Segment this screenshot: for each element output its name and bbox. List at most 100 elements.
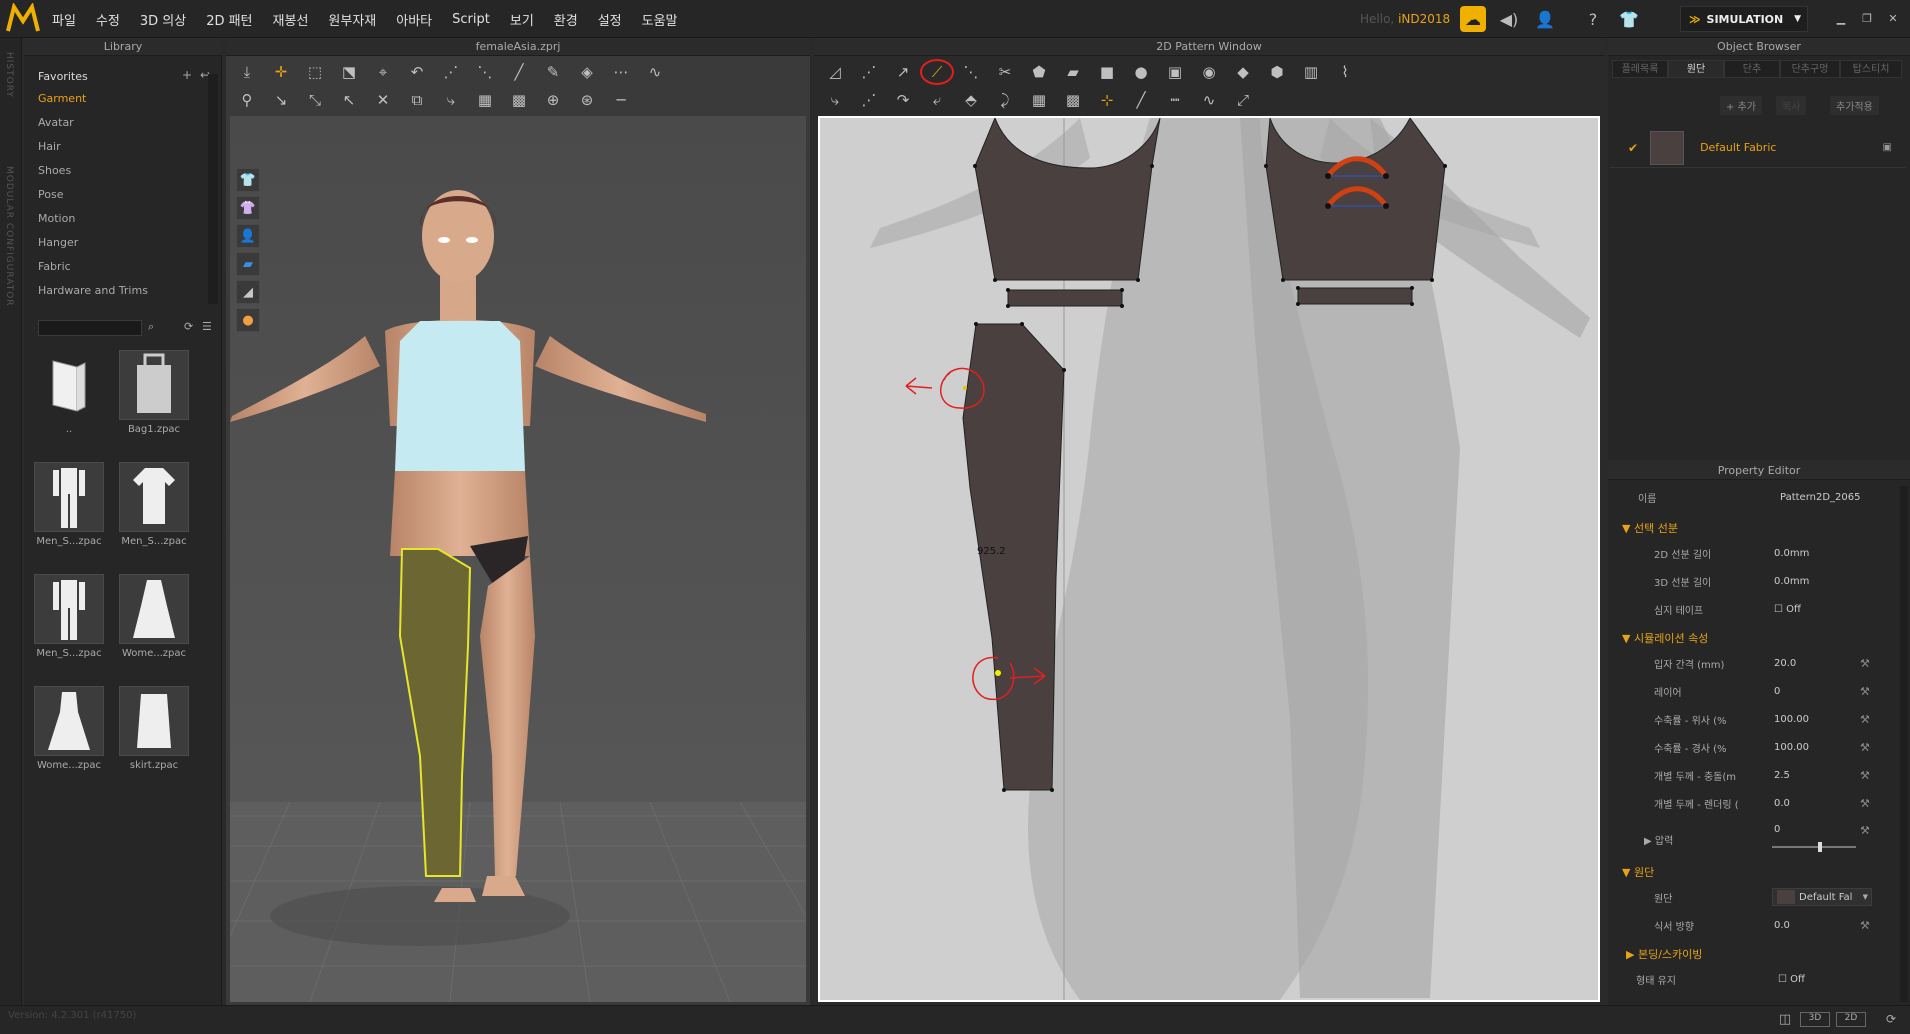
prop-value[interactable]: 100.00 [1774,714,1809,725]
menu-sewing[interactable]: 재봉선 [273,10,309,29]
user-icon[interactable]: 👤 [1532,6,1558,32]
prop-value[interactable]: 0.0mm [1774,576,1809,587]
garment-view-icon[interactable]: 👕 [236,168,260,192]
library-cat-avatar[interactable]: Avatar [38,116,74,129]
restore-icon[interactable]: ❐ [1854,12,1880,25]
wrench-icon[interactable]: ⚒ [1860,769,1870,782]
cloud-icon[interactable]: ☁ [1460,6,1486,32]
cube-icon[interactable]: ⧉ [400,87,434,113]
folder-shape-icon[interactable]: ▰ [1056,59,1090,85]
garment-shade-icon[interactable]: 👚 [236,196,260,220]
select-box-icon[interactable]: ⬚ [298,59,332,85]
thumb-men-2[interactable] [119,462,189,532]
add-point-icon[interactable]: ⋱ [954,59,988,85]
internal-circle-icon[interactable]: ◉ [1192,59,1226,85]
2d-pattern-canvas[interactable]: 925.2 [818,116,1600,1002]
free-sew-icon[interactable]: ↷ [886,87,920,113]
prop-value[interactable]: 20.0 [1774,658,1796,669]
library-scrollbar[interactable] [208,74,218,304]
tab-style-list[interactable]: 플레목록 [1612,60,1668,78]
dart-icon[interactable]: ◆ [1226,59,1260,85]
modular-configurator-tab[interactable]: MODULAR CONFIGURATOR [4,166,14,307]
line-icon[interactable]: ╱ [502,59,536,85]
save-icon[interactable]: ▣ [1883,142,1892,153]
tack-sew-icon[interactable]: ⤶ [920,87,954,113]
cross-icon[interactable]: ✕ [366,87,400,113]
shirt-icon[interactable]: 👕 [1616,6,1642,32]
minimize-icon[interactable]: ▁ [1828,12,1854,25]
wrench-icon[interactable]: ⚒ [1860,797,1870,810]
menu-help[interactable]: 도움말 [642,10,678,29]
copy-fabric-button[interactable]: 복사 [1776,96,1807,115]
gather-icon[interactable]: ⌇ [1328,59,1362,85]
grid-icon[interactable]: ▩ [502,87,536,113]
internal-rect-icon[interactable]: ▣ [1158,59,1192,85]
2d-view-button[interactable]: 2D [1836,1012,1866,1027]
texture-view-icon[interactable]: ◢ [236,280,260,304]
thumb-women-2[interactable] [34,686,104,756]
menu-materials[interactable]: 원부자재 [328,10,376,29]
wrench-icon[interactable]: ⚒ [1860,824,1870,837]
prop-value[interactable]: 0.0 [1774,798,1790,809]
transform-pattern-icon[interactable]: ◿ [818,59,852,85]
pattern-icon[interactable]: ▦ [468,87,502,113]
tab-fabric[interactable]: 원단 [1668,60,1724,78]
thumb-women-1[interactable] [119,574,189,644]
arrange-icon[interactable]: ↘ [264,87,298,113]
tape-icon[interactable]: ∿ [638,59,672,85]
pin-icon[interactable]: ⌖ [366,59,400,85]
prop-value[interactable]: 0 [1774,824,1780,835]
list-view-icon[interactable]: ☰ [202,320,212,333]
pressure-slider-handle[interactable] [1818,842,1822,852]
keep-shape-toggle[interactable]: ☐ Off [1778,974,1805,985]
prop-value[interactable]: 0.0mm [1774,548,1809,559]
edit-curve-point-icon[interactable]: ↗ [886,59,920,85]
tack-icon[interactable]: ⋱ [468,59,502,85]
split-view-icon[interactable]: ◫ [1770,1012,1800,1027]
zipper-tool-icon[interactable]: ┉ [1158,87,1192,113]
wrench-icon[interactable]: ⚒ [1860,685,1870,698]
thumb-bag[interactable] [119,350,189,420]
transform-icon[interactable]: ⬔ [332,59,366,85]
polygon-icon[interactable]: ⬟ [1022,59,1056,85]
refresh-icon[interactable]: ⟳ [184,320,193,333]
prop-value[interactable]: Pattern2D_2065 [1780,492,1861,503]
3d-viewport[interactable] [230,116,806,1002]
menu-avatar[interactable]: 아바타 [396,10,432,29]
prop-value[interactable]: 0 [1774,686,1780,697]
property-scrollbar[interactable] [1900,486,1908,1002]
point-icon[interactable]: ↖ [332,87,366,113]
section-simulation[interactable]: ▼ 시뮬레이션 속성 [1622,630,1708,646]
refresh-icon[interactable]: ⟳ [1876,1012,1906,1027]
app-logo-icon[interactable] [6,3,40,35]
prop-value[interactable]: 100.00 [1774,742,1809,753]
style-icon[interactable]: ✎ [536,59,570,85]
add-icon[interactable]: + [182,68,192,82]
edit-pattern-icon[interactable]: ⋰ [852,59,886,85]
cut-pattern-icon[interactable]: ✂ [988,59,1022,85]
seam-allowance-icon[interactable]: ⤷ [818,87,852,113]
close-icon[interactable]: ✕ [1880,12,1906,25]
arrange-2-icon[interactable]: ⤡ [298,87,332,113]
tab-button[interactable]: 단추 [1724,60,1780,78]
thumb-folder-up[interactable] [34,350,104,420]
thumb-men-1[interactable] [34,462,104,532]
notch-icon[interactable]: ╱ [1124,87,1158,113]
fabric-select[interactable]: Default Fal ▼ [1772,888,1872,906]
library-search-input[interactable] [38,320,142,336]
library-cat-fabric[interactable]: Fabric [38,260,71,273]
wrench-icon[interactable]: ⚒ [1860,713,1870,726]
library-cat-pose[interactable]: Pose [38,188,63,201]
fold-icon[interactable]: ↶ [400,59,434,85]
library-cat-hardware[interactable]: Hardware and Trims [38,284,148,297]
search-icon[interactable]: ⌕ [148,320,154,334]
section-bonding[interactable]: ▶ 본딩/스카이빙 [1626,946,1702,962]
tape-toggle[interactable]: ☐ Off [1774,604,1801,615]
zipper-icon[interactable]: ─ [604,87,638,113]
garment-icon[interactable]: ◈ [570,59,604,85]
measure-line-icon[interactable]: ⤢ [1226,87,1260,113]
section-selected-line[interactable]: ▼ 선택 선분 [1622,520,1678,536]
measure-icon[interactable]: ⋯ [604,59,638,85]
fabric-view-icon[interactable]: ▰ [236,252,260,276]
add-fabric-button[interactable]: + 추가 [1720,96,1762,115]
